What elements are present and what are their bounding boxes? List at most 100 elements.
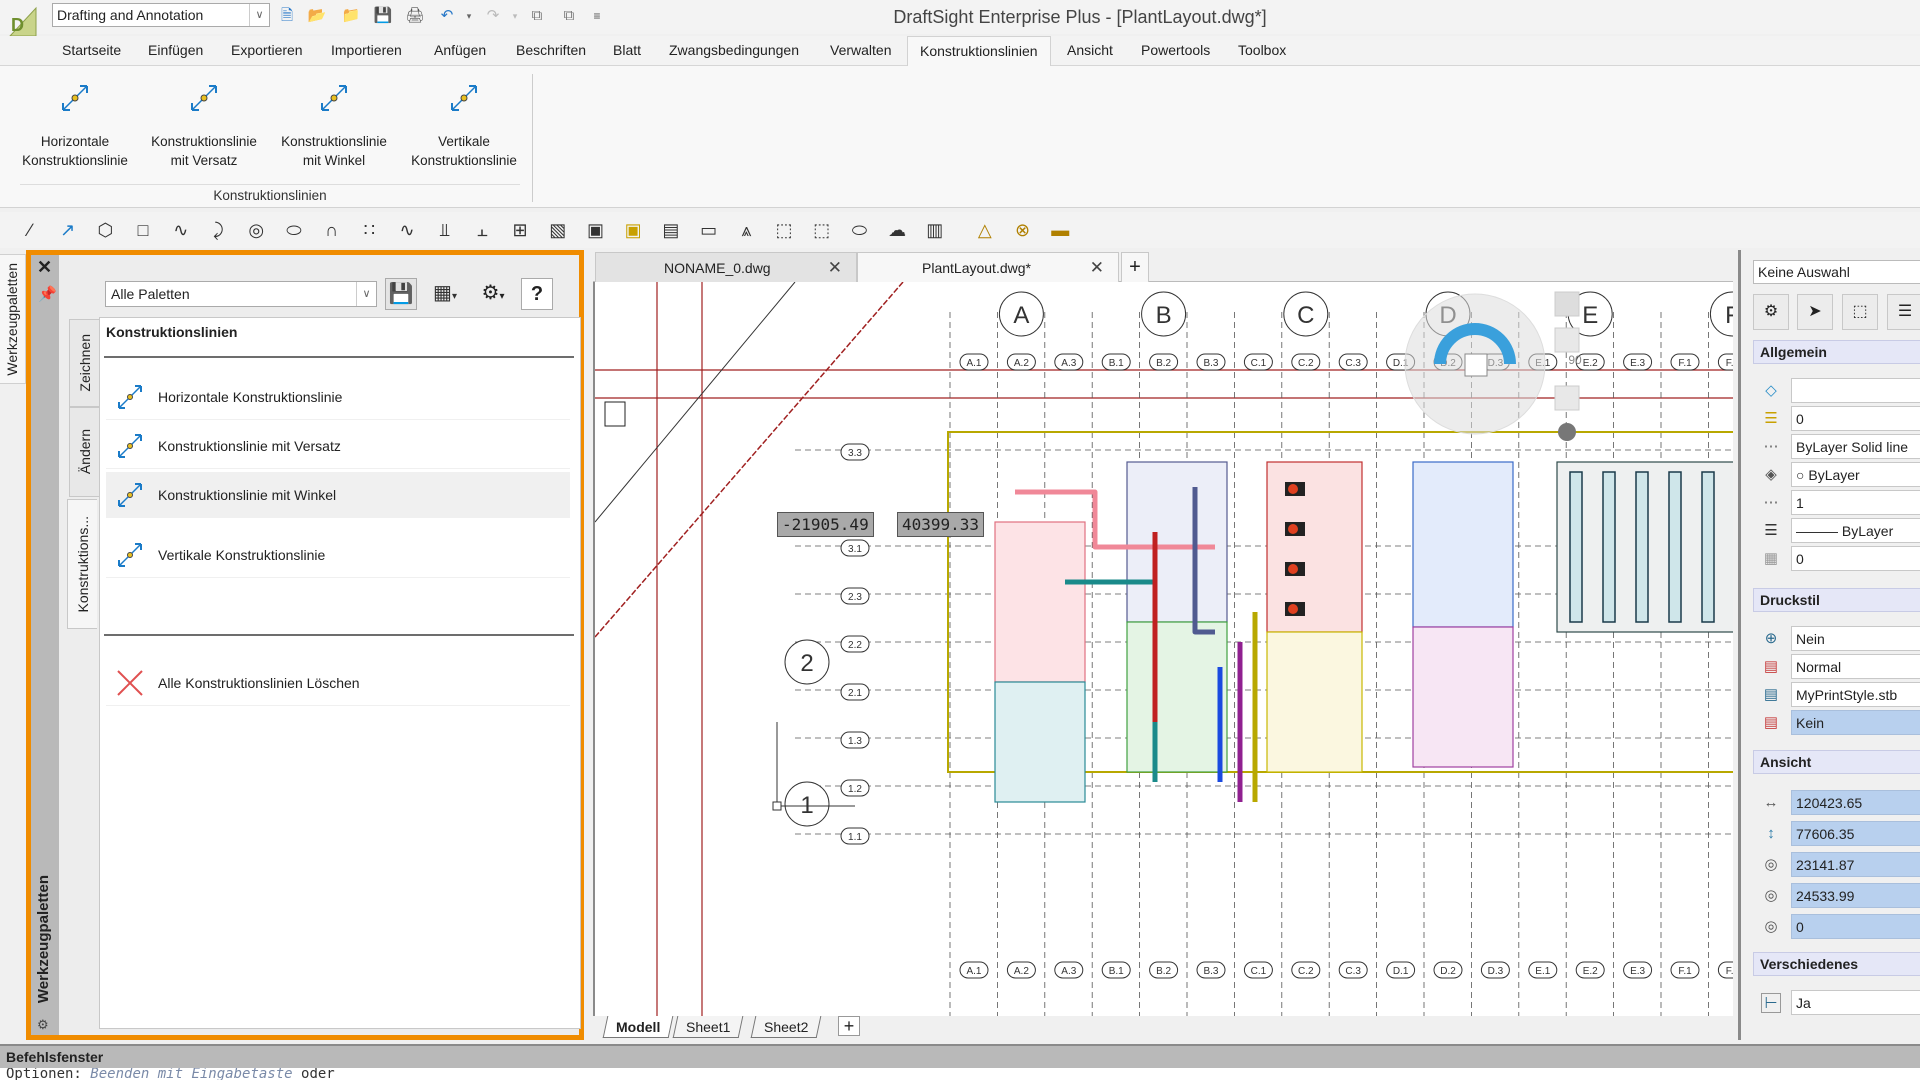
tab-beschriften[interactable]: Beschriften [516, 42, 586, 58]
note-icon[interactable]: ▤ [659, 218, 683, 242]
polygon-icon[interactable]: ⬡ [93, 218, 117, 242]
spline-fit-icon[interactable]: ⫫ [433, 218, 457, 242]
palette-item-vertical[interactable]: Vertikale Konstruktionslinie [106, 532, 570, 578]
prop-lineweight-field[interactable]: ——— ByLayer [1791, 518, 1920, 543]
construction-line-icon[interactable]: ↗ [56, 218, 80, 242]
prop-value[interactable]: 120423.65 [1791, 790, 1920, 815]
prop-value[interactable]: Ja [1791, 990, 1920, 1015]
layout-tab-sheet2[interactable]: Sheet2 [750, 1016, 822, 1038]
horizontal-construction-line-button[interactable]: Horizontale Konstruktionslinie [10, 78, 140, 170]
tab-zwangsbedingungen[interactable]: Zwangsbedingungen [669, 42, 799, 58]
section-allgemein[interactable]: Allgemein [1753, 340, 1920, 364]
doc-tab-noname[interactable]: NONAME_0.dwg ✕ [595, 252, 857, 282]
tab-ansicht[interactable]: Ansicht [1067, 42, 1113, 58]
prop-value[interactable]: Kein [1791, 710, 1920, 735]
spline-icon[interactable]: ∿ [395, 218, 419, 242]
prop-linetype-field[interactable]: ByLayer Solid line [1791, 434, 1920, 459]
tab-importieren[interactable]: Importieren [331, 42, 402, 58]
tab-toolbox[interactable]: Toolbox [1238, 42, 1286, 58]
palette-item-horizontal[interactable]: Horizontale Konstruktionslinie [106, 374, 570, 420]
palette-item-angle[interactable]: Konstruktionslinie mit Winkel [106, 472, 570, 518]
polyline-icon[interactable]: ⤸ [207, 218, 231, 242]
palette-tab-zeichnen[interactable]: Zeichnen [69, 319, 99, 407]
palette-item-delete-all[interactable]: Alle Konstruktionslinien Löschen [106, 660, 570, 706]
add-layout-button[interactable]: + [838, 1016, 860, 1036]
ellipse-icon[interactable]: ⬭ [282, 218, 306, 242]
tab-einfuegen[interactable]: Einfügen [148, 42, 203, 58]
stair-icon[interactable]: ⫠ [470, 218, 494, 242]
prop-value[interactable]: 24533.99 [1791, 883, 1920, 908]
revision-cloud-icon[interactable]: ⬚ [772, 218, 796, 242]
tab-anfuegen[interactable]: Anfügen [434, 42, 486, 58]
command-line[interactable]: Optionen: Beenden mit Eingabetaste oder [0, 1068, 1920, 1080]
palette-item-offset[interactable]: Konstruktionslinie mit Versatz [106, 423, 570, 469]
side-tab-werkzeugpaletten[interactable]: Werkzeugpaletten [0, 254, 26, 384]
prop-value[interactable]: 0 [1791, 914, 1920, 939]
select-objects-icon[interactable]: ⬚ [1842, 294, 1878, 330]
doc-tab-plantlayout[interactable]: PlantLayout.dwg* ✕ [857, 252, 1119, 282]
point-icon[interactable]: ∷ [357, 218, 381, 242]
prop-value[interactable]: 77606.35 [1791, 821, 1920, 846]
prop-printcolor-field[interactable]: ○ ByLayer [1791, 462, 1920, 487]
tab-konstruktionslinien[interactable]: Konstruktionslinien [907, 36, 1051, 67]
cmd-option[interactable]: Beenden mit Eingabetaste [90, 1068, 292, 1080]
gear-icon[interactable]: ⚙▾ [471, 278, 515, 310]
help-icon[interactable]: ? [521, 278, 553, 310]
palette-settings-icon[interactable]: ⚙ [37, 1017, 49, 1033]
table-icon[interactable]: ⊞ [508, 218, 532, 242]
prop-transparency-field[interactable]: 0 [1791, 546, 1920, 571]
selection-dropdown[interactable]: Keine Auswahl [1753, 260, 1920, 284]
palette-tab-aendern[interactable]: Ändern [69, 407, 99, 497]
text-icon[interactable]: ▭ [697, 218, 721, 242]
hatch-icon[interactable]: ▧ [546, 218, 570, 242]
offset-construction-line-button[interactable]: Konstruktionslinie mit Versatz [139, 78, 269, 170]
prop-linescale-field[interactable]: 1 [1791, 490, 1920, 515]
block-icon[interactable]: ⩓ [734, 218, 758, 242]
section-ansicht[interactable]: Ansicht [1753, 750, 1920, 774]
quick-select-icon[interactable]: ⚙ [1753, 294, 1789, 330]
prop-color-field[interactable] [1791, 378, 1920, 403]
angle-construction-line-button[interactable]: Konstruktionslinie mit Winkel [269, 78, 399, 170]
close-icon[interactable]: ✕ [37, 257, 52, 278]
pin-icon[interactable]: 📌 [38, 285, 57, 303]
cloud-rect-icon[interactable]: ⬚ [810, 218, 834, 242]
arc-icon[interactable]: ∿ [169, 218, 193, 242]
markup-icon[interactable]: △ [973, 218, 997, 242]
prop-layer-field[interactable]: 0 [1791, 406, 1920, 431]
layout-tab-sheet1[interactable]: Sheet1 [672, 1016, 744, 1038]
tab-exportieren[interactable]: Exportieren [231, 42, 303, 58]
region-icon[interactable]: ▥ [923, 218, 947, 242]
wipeout-icon[interactable]: ▣ [621, 218, 645, 242]
layout-tab-modell[interactable]: Modell [602, 1016, 674, 1038]
section-verschiedenes[interactable]: Verschiedenes [1753, 952, 1920, 976]
prop-value[interactable]: 23141.87 [1791, 852, 1920, 877]
toggle-pickadd-icon[interactable]: ➤ [1797, 294, 1833, 330]
delete-markup-icon[interactable]: ⊗ [1011, 218, 1035, 242]
centerline-icon[interactable]: ∩ [320, 218, 344, 242]
view-options-icon[interactable]: ▦▾ [423, 278, 467, 310]
attribute-icon[interactable]: ▣ [584, 218, 608, 242]
close-icon[interactable]: ✕ [1090, 258, 1104, 278]
palette-tab-konstruktionslinien[interactable]: Konstruktions... [67, 499, 97, 629]
ruler-icon[interactable]: ▬ [1048, 218, 1072, 242]
tab-startseite[interactable]: Startseite [62, 42, 121, 58]
cloud-freehand-icon[interactable]: ☁ [885, 218, 909, 242]
palette-title-strip[interactable]: ✕ 📌 Werkzeugpaletten ⚙ [31, 255, 59, 1035]
circle-icon[interactable]: ◎ [244, 218, 268, 242]
properties-filter-icon[interactable]: ☰ [1887, 294, 1920, 330]
prop-value[interactable]: Nein [1791, 626, 1920, 651]
line-icon[interactable]: ∕ [18, 218, 42, 242]
tab-blatt[interactable]: Blatt [613, 42, 641, 58]
rectangle-icon[interactable]: □ [131, 218, 155, 242]
cloud-ellipse-icon[interactable]: ⬭ [847, 218, 871, 242]
drawing-canvas[interactable]: A.1 A.1 A.2 A.2 A.3 A.3 B.1 B.1 B.2 B.2 B.3 B.3 C.1 C… [593, 282, 1733, 1016]
palette-group-dropdown[interactable]: Alle Paletten ∨ [105, 281, 377, 307]
section-druckstil[interactable]: Druckstil [1753, 588, 1920, 612]
tab-powertools[interactable]: Powertools [1141, 42, 1210, 58]
prop-value[interactable]: MyPrintStyle.stb [1791, 682, 1920, 707]
new-tab-button[interactable]: + [1121, 252, 1149, 282]
vertical-construction-line-button[interactable]: Vertikale Konstruktionslinie [399, 78, 529, 170]
tab-verwalten[interactable]: Verwalten [830, 42, 891, 58]
save-palette-icon[interactable]: 💾 [385, 278, 417, 310]
prop-value[interactable]: Normal [1791, 654, 1920, 679]
